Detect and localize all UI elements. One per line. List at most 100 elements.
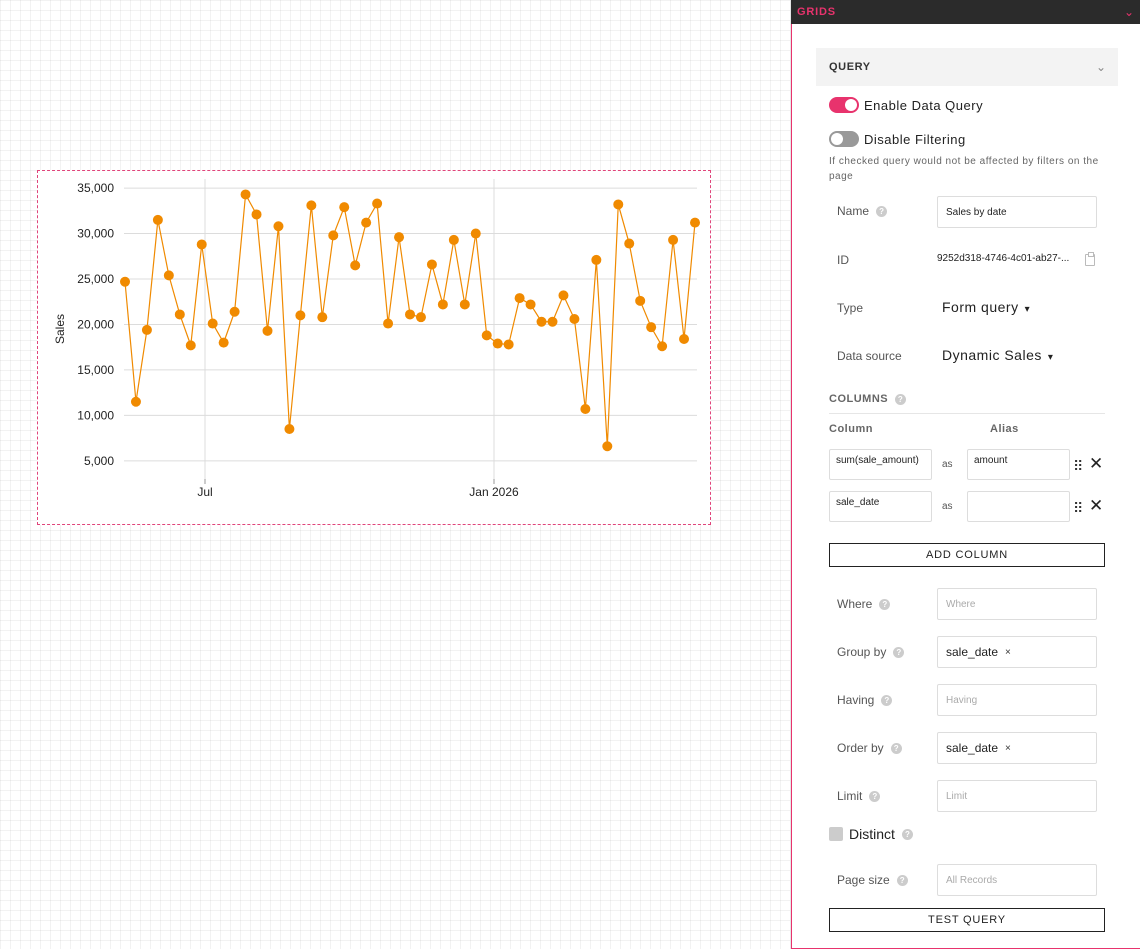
test-query-button[interactable]: TEST QUERY xyxy=(829,908,1105,932)
y-tick-label: 5,000 xyxy=(84,454,114,468)
y-tick-label: 25,000 xyxy=(77,272,114,286)
sales-data-point xyxy=(591,254,602,265)
sales-data-point xyxy=(262,325,273,336)
enable-data-query-label: Enable Data Query xyxy=(864,97,984,113)
order-by-input[interactable]: sale_date × xyxy=(937,732,1097,764)
y-tick-label: 20,000 xyxy=(77,317,114,331)
sales-data-point xyxy=(141,324,152,335)
disable-filtering-label: Disable Filtering xyxy=(864,131,966,147)
sales-data-point xyxy=(613,199,624,210)
caret-down-icon: ▾ xyxy=(1047,352,1054,363)
alias-input[interactable] xyxy=(967,491,1070,522)
sales-data-point xyxy=(405,309,415,320)
sales-data-point xyxy=(492,338,503,349)
sales-data-point xyxy=(602,441,613,452)
sales-data-point xyxy=(273,221,284,232)
toggle-knob xyxy=(845,99,857,111)
sales-data-point xyxy=(284,424,295,434)
sales-data-point xyxy=(306,200,317,211)
where-label: Where ? xyxy=(837,597,891,611)
help-icon[interactable]: ? xyxy=(896,874,908,886)
help-icon[interactable]: ? xyxy=(881,694,893,706)
help-icon[interactable]: ? xyxy=(893,646,905,658)
filter-hint-text: If checked query would not be affected b… xyxy=(829,156,1099,182)
having-placeholder: Having xyxy=(946,694,978,706)
column-input[interactable]: sale_date xyxy=(829,491,932,522)
data-source-label: Data source xyxy=(837,349,902,363)
enable-data-query-toggle[interactable] xyxy=(829,97,859,113)
name-input[interactable]: Sales by date xyxy=(937,196,1097,228)
sales-data-point xyxy=(569,314,580,324)
sales-data-point xyxy=(163,270,174,281)
panel-title: GRIDS xyxy=(797,6,836,18)
remove-column-icon[interactable]: ✕ xyxy=(1089,454,1103,474)
help-icon[interactable]: ? xyxy=(890,742,902,754)
data-source-select[interactable]: Dynamic Sales ▾ xyxy=(942,347,1053,363)
sales-data-point xyxy=(514,293,525,304)
type-select[interactable]: Form query ▾ xyxy=(942,299,1030,315)
having-input[interactable]: Having xyxy=(937,684,1097,716)
sales-data-point xyxy=(174,309,185,320)
column-input[interactable]: sum(sale_amount) xyxy=(829,449,932,480)
group-by-input[interactable]: sale_date × xyxy=(937,636,1097,668)
order-by-label: Order by ? xyxy=(837,741,902,755)
limit-label-text: Limit xyxy=(837,789,863,803)
sales-data-point xyxy=(317,312,328,323)
columns-divider xyxy=(829,413,1105,414)
name-label-text: Name xyxy=(837,204,870,218)
help-icon[interactable]: ? xyxy=(895,393,907,405)
sales-data-point xyxy=(624,238,635,249)
clipboard-icon[interactable] xyxy=(1085,252,1095,266)
group-by-chip[interactable]: sale_date × xyxy=(946,645,1011,659)
sales-data-point xyxy=(350,260,361,271)
name-label: Name ? xyxy=(837,204,888,218)
query-section-title: QUERY xyxy=(829,61,871,73)
help-icon[interactable]: ? xyxy=(869,790,881,802)
page-size-input[interactable]: All Records xyxy=(937,864,1097,896)
sales-data-point xyxy=(185,340,196,351)
sales-data-point xyxy=(459,299,470,310)
panel-header[interactable]: GRIDS ⌄ xyxy=(791,0,1140,24)
remove-column-icon[interactable]: ✕ xyxy=(1089,496,1103,516)
alias-input[interactable]: amount xyxy=(967,449,1070,480)
where-input[interactable]: Where xyxy=(937,588,1097,620)
id-label-text: ID xyxy=(837,253,849,267)
distinct-row: Distinct ? xyxy=(829,826,913,842)
sales-data-point xyxy=(679,334,690,344)
help-icon[interactable]: ? xyxy=(901,828,913,840)
order-by-chip[interactable]: sale_date × xyxy=(946,741,1011,755)
chevron-down-icon[interactable]: ⌄ xyxy=(1124,5,1134,19)
chart-widget[interactable]: 35,000 30,000 25,000 20,000 15,000 10,000 5,00… xyxy=(37,170,711,525)
sales-data-point xyxy=(130,396,141,407)
type-label: Type xyxy=(837,301,863,315)
limit-placeholder: Limit xyxy=(946,790,968,802)
disable-filtering-toggle[interactable] xyxy=(829,131,859,147)
chevron-down-icon[interactable]: ⌄ xyxy=(1096,60,1106,74)
chip-remove-icon[interactable]: × xyxy=(1005,743,1011,754)
as-text: as xyxy=(942,501,953,512)
page-size-label-text: Page size xyxy=(837,873,890,887)
drag-handle-icon[interactable]: ⠿ xyxy=(1073,501,1083,515)
help-icon[interactable]: ? xyxy=(879,598,891,610)
add-column-button[interactable]: ADD COLUMN xyxy=(829,543,1105,567)
sales-data-point xyxy=(328,230,339,241)
column-header: Column xyxy=(829,423,873,435)
sales-data-point xyxy=(448,234,459,245)
sales-data-point xyxy=(295,310,306,321)
chip-remove-icon[interactable]: × xyxy=(1005,647,1011,658)
columns-title: COLUMNS ? xyxy=(829,393,907,405)
limit-input[interactable]: Limit xyxy=(937,780,1097,812)
toggle-knob xyxy=(831,133,843,145)
data-source-label-text: Data source xyxy=(837,349,902,363)
chip-label: sale_date xyxy=(946,645,999,659)
where-label-text: Where xyxy=(837,597,873,611)
drag-handle-icon[interactable]: ⠿ xyxy=(1073,459,1083,473)
distinct-checkbox[interactable] xyxy=(829,827,843,841)
enable-data-query-row: Enable Data Query xyxy=(829,97,983,113)
y-tick-label: 10,000 xyxy=(77,408,114,422)
sales-data-point xyxy=(536,316,547,327)
help-icon[interactable]: ? xyxy=(876,205,888,217)
query-section-header[interactable]: QUERY ⌄ xyxy=(816,48,1118,86)
sales-data-point xyxy=(196,239,207,250)
sales-data-point xyxy=(503,339,514,350)
